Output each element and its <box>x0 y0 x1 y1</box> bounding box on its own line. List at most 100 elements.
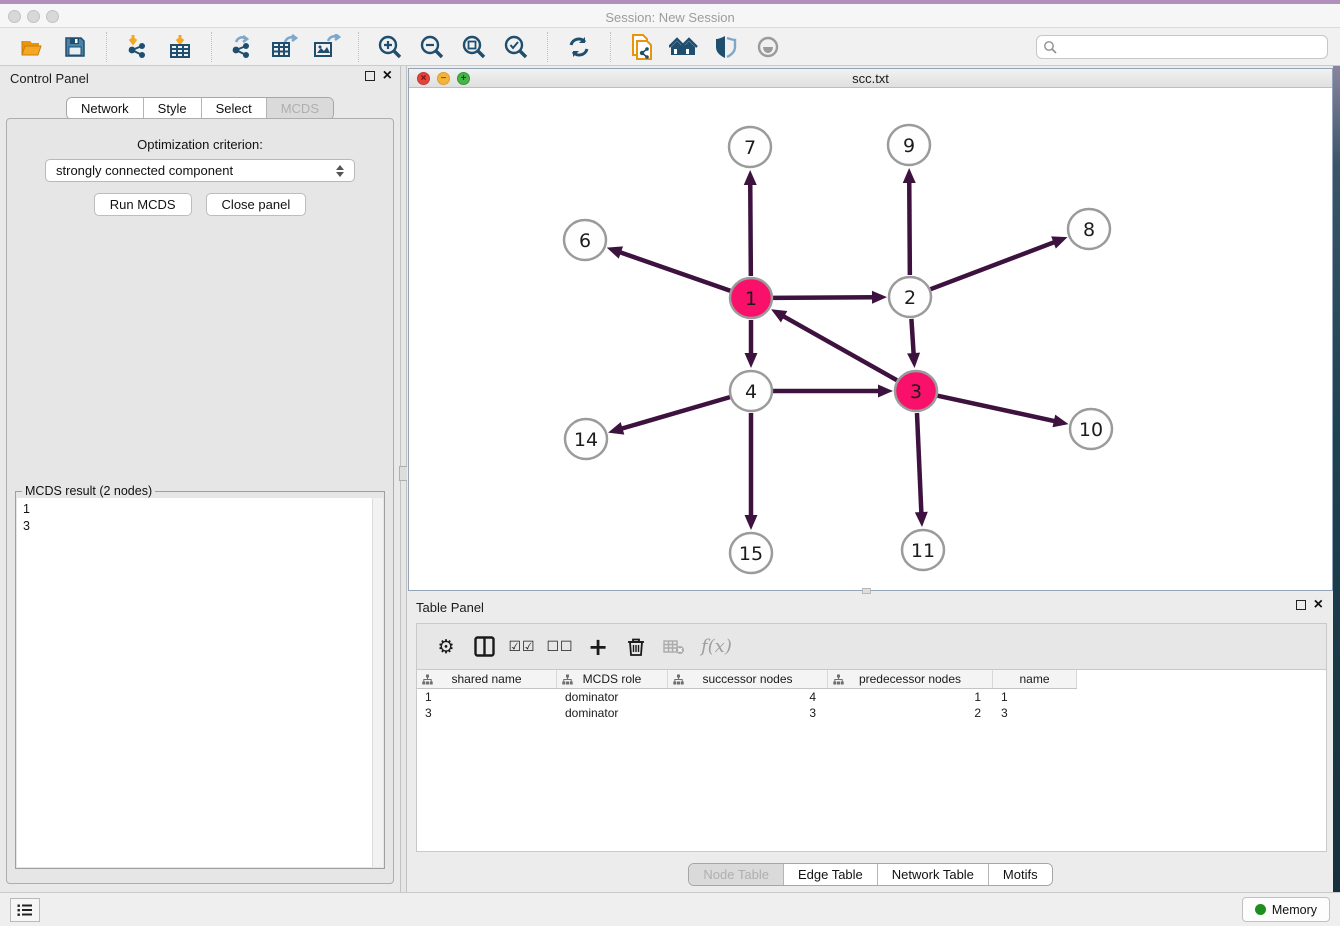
edge-3-10[interactable] <box>937 396 1057 422</box>
zoom-fit-icon[interactable] <box>459 32 489 62</box>
run-mcds-button[interactable]: Run MCDS <box>94 193 192 216</box>
graph-node-11[interactable]: 11 <box>902 530 944 570</box>
show-columns-icon[interactable] <box>471 634 497 660</box>
network-window-titlebar[interactable]: × − + scc.txt <box>409 69 1332 88</box>
edge-1-7[interactable] <box>750 181 751 276</box>
graph-node-9[interactable]: 9 <box>888 125 930 165</box>
table-row[interactable]: 3dominator323 <box>417 705 1326 721</box>
float-panel-icon[interactable] <box>365 71 375 81</box>
delete-columns-icon[interactable] <box>623 634 649 660</box>
tab-style[interactable]: Style <box>144 98 202 119</box>
graph-node-4[interactable]: 4 <box>730 371 772 411</box>
memory-status-icon <box>1255 904 1266 915</box>
show-graphics-details-icon[interactable] <box>753 32 783 62</box>
svg-text:7: 7 <box>744 137 756 159</box>
cell-shared-name[interactable]: 1 <box>417 689 557 705</box>
column-header-shared-name[interactable]: shared name <box>417 670 557 688</box>
edge-4-14[interactable] <box>619 397 730 429</box>
delete-table-icon[interactable] <box>661 634 687 660</box>
equation-builder-icon[interactable]: f(x) <box>701 636 732 657</box>
cell-MCDS-role[interactable]: dominator <box>557 689 668 705</box>
cell-predecessor-nodes[interactable]: 1 <box>828 689 993 705</box>
main-toolbar <box>0 28 1340 66</box>
network-canvas[interactable]: 7 9 6 8 1 2 4 3 14 10 15 11 <box>409 88 1332 590</box>
edge-arrowhead <box>907 353 920 368</box>
column-header-name[interactable]: name <box>993 670 1077 688</box>
export-table-icon[interactable] <box>270 32 300 62</box>
graph-node-7[interactable]: 7 <box>729 127 771 167</box>
zoom-selected-icon[interactable] <box>501 32 531 62</box>
mcds-result-list[interactable]: 13 <box>17 498 383 867</box>
open-session-icon[interactable] <box>18 32 48 62</box>
toolbar-separator <box>211 32 212 62</box>
graph-node-15[interactable]: 15 <box>730 533 772 573</box>
table-row[interactable]: 1dominator411 <box>417 689 1326 705</box>
edge-arrowhead <box>745 353 758 368</box>
export-image-icon[interactable] <box>312 32 342 62</box>
network-overview-icon[interactable] <box>669 32 699 62</box>
control-panel: Control Panel × NetworkStyleSelectMCDS O… <box>0 66 400 892</box>
select-all-rows-icon[interactable]: ☑☑ <box>509 634 535 660</box>
cell-name[interactable]: 1 <box>993 689 1077 705</box>
mcds-result-item[interactable]: 3 <box>23 518 377 535</box>
zoom-out-icon[interactable] <box>417 32 447 62</box>
graph-node-6[interactable]: 6 <box>564 220 606 260</box>
import-table-icon[interactable] <box>165 32 195 62</box>
export-network-icon[interactable] <box>228 32 258 62</box>
edge-1-2[interactable] <box>773 297 876 298</box>
graph-node-3[interactable]: 3 <box>895 371 937 411</box>
mcds-result-title: MCDS result (2 nodes) <box>22 484 155 498</box>
deselect-all-rows-icon[interactable]: ☐☐ <box>547 634 573 660</box>
save-session-icon[interactable] <box>60 32 90 62</box>
cell-name[interactable]: 3 <box>993 705 1077 721</box>
memory-button[interactable]: Memory <box>1242 897 1330 922</box>
float-table-panel-icon[interactable] <box>1296 600 1306 610</box>
search-input[interactable] <box>1036 35 1328 59</box>
graph-node-2[interactable]: 2 <box>889 277 931 317</box>
zoom-in-icon[interactable] <box>375 32 405 62</box>
column-header-successor-nodes[interactable]: successor nodes <box>668 670 828 688</box>
close-panel-icon[interactable]: × <box>383 70 392 82</box>
edge-3-11[interactable] <box>917 413 922 516</box>
cell-successor-nodes[interactable]: 4 <box>668 689 828 705</box>
cell-successor-nodes[interactable]: 3 <box>668 705 828 721</box>
edge-2-8[interactable] <box>931 241 1058 289</box>
copy-network-icon[interactable] <box>627 32 657 62</box>
control-panel-tabs: NetworkStyleSelectMCDS <box>66 97 334 120</box>
column-header-predecessor-nodes[interactable]: predecessor nodes <box>828 670 993 688</box>
cell-shared-name[interactable]: 3 <box>417 705 557 721</box>
column-header-MCDS-role[interactable]: MCDS role <box>557 670 668 688</box>
horizontal-splitter-handle[interactable] <box>862 588 871 594</box>
edge-2-9[interactable] <box>909 179 910 275</box>
tab-network-table[interactable]: Network Table <box>878 864 989 885</box>
table-settings-icon[interactable]: ⚙ <box>433 634 459 660</box>
tab-motifs[interactable]: Motifs <box>989 864 1052 885</box>
style-preview-icon[interactable] <box>711 32 741 62</box>
close-table-panel-icon[interactable]: × <box>1314 599 1323 611</box>
cell-predecessor-nodes[interactable]: 2 <box>828 705 993 721</box>
criterion-dropdown[interactable]: strongly connected component <box>45 159 355 182</box>
tab-node-table[interactable]: Node Table <box>689 864 784 885</box>
graph-node-14[interactable]: 14 <box>565 419 607 459</box>
tab-mcds[interactable]: MCDS <box>267 98 333 119</box>
graph-node-1[interactable]: 1 <box>730 278 772 318</box>
edge-3-1[interactable] <box>781 315 897 381</box>
svg-text:4: 4 <box>745 381 757 403</box>
edge-2-3[interactable] <box>911 319 913 357</box>
graph-node-10[interactable]: 10 <box>1070 409 1112 449</box>
node-table[interactable]: shared nameMCDS rolesuccessor nodesprede… <box>416 669 1327 852</box>
edge-1-6[interactable] <box>617 251 730 291</box>
task-history-button[interactable] <box>10 898 40 922</box>
refresh-layout-icon[interactable] <box>564 32 594 62</box>
import-network-icon[interactable] <box>123 32 153 62</box>
close-panel-button[interactable]: Close panel <box>206 193 307 216</box>
toolbar-separator <box>106 32 107 62</box>
add-column-icon[interactable]: + <box>585 634 611 660</box>
cell-MCDS-role[interactable]: dominator <box>557 705 668 721</box>
tab-network[interactable]: Network <box>67 98 144 119</box>
tab-edge-table[interactable]: Edge Table <box>784 864 878 885</box>
result-scrollbar[interactable] <box>372 498 383 867</box>
tab-select[interactable]: Select <box>202 98 267 119</box>
mcds-result-item[interactable]: 1 <box>23 501 377 518</box>
graph-node-8[interactable]: 8 <box>1068 209 1110 249</box>
